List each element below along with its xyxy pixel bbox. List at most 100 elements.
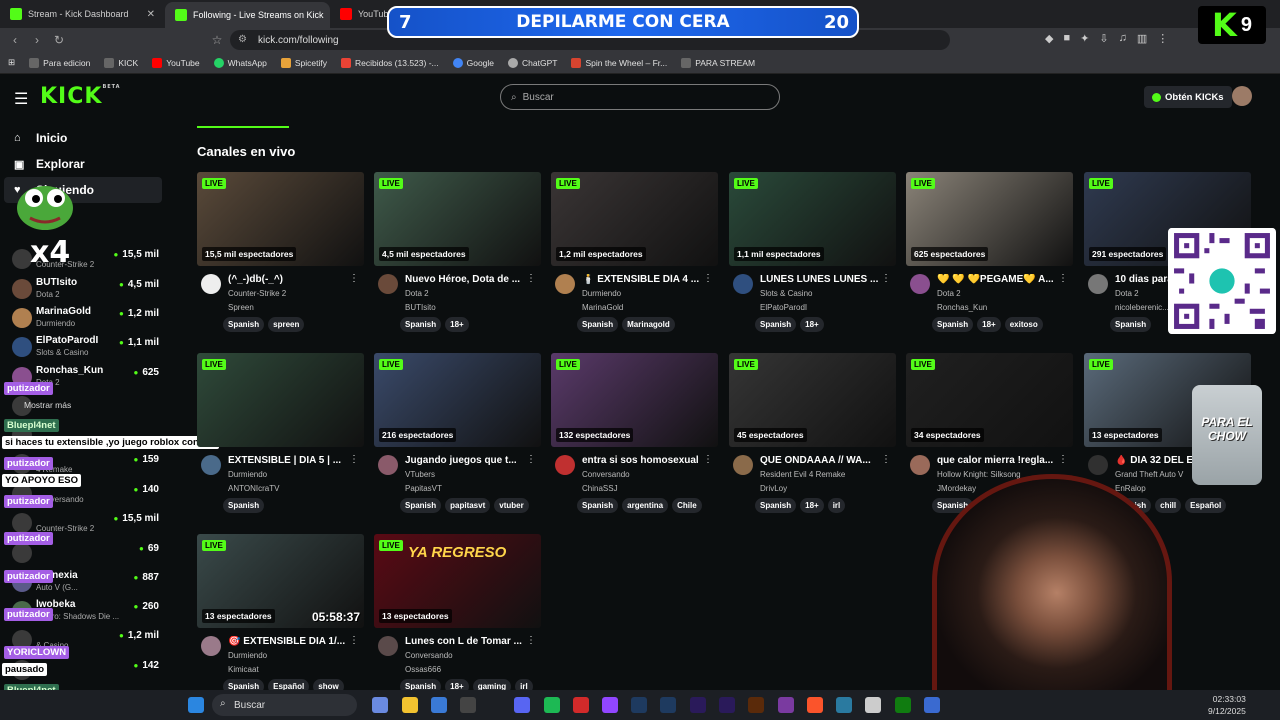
stream-card[interactable]: LIVE 1,1 mil espectadores LUNES LUNES LUNE…: [729, 172, 896, 347]
tag-chip[interactable]: 18+: [800, 317, 824, 332]
stream-category[interactable]: Dota 2: [1115, 289, 1139, 298]
tag-chip[interactable]: 18+: [800, 498, 824, 513]
streamer-name[interactable]: Spreen: [228, 303, 254, 312]
stream-category[interactable]: Durmiendo: [228, 651, 267, 660]
tag-chip[interactable]: Spanish: [577, 498, 619, 513]
tag-chip[interactable]: Spanish: [400, 317, 442, 332]
hamburger-menu-icon[interactable]: ☰: [14, 89, 28, 109]
followed-channel[interactable]: ElPatoParodI Slots & Casino 1,1 mil: [8, 333, 163, 361]
more-options-icon[interactable]: ⋮: [703, 454, 713, 465]
site-info-icon[interactable]: ⚙: [238, 34, 247, 45]
xbox-icon[interactable]: [895, 697, 911, 713]
stream-category[interactable]: Grand Theft Auto V: [1115, 470, 1183, 479]
more-options-icon[interactable]: ⋮: [349, 273, 359, 284]
more-options-icon[interactable]: ⋮: [526, 635, 536, 646]
bookmark-gmail[interactable]: Recibidos (13.523) -...: [340, 57, 439, 68]
tag-chip[interactable]: Spanish: [223, 498, 265, 513]
twitch-icon[interactable]: [602, 697, 618, 713]
onenote-icon[interactable]: [778, 697, 794, 713]
premiere-icon[interactable]: [690, 697, 706, 713]
streamer-avatar[interactable]: [733, 274, 753, 294]
stream-thumbnail[interactable]: LIVE 625 espectadores: [906, 172, 1073, 266]
streamer-avatar[interactable]: [733, 455, 753, 475]
stream-title[interactable]: 🕯️ EXTENSIBLE DÍA 4 ...: [582, 274, 702, 285]
store-icon[interactable]: [431, 697, 447, 713]
stream-thumbnail[interactable]: LIVE 15,5 mil espectadores: [197, 172, 364, 266]
stream-category[interactable]: Dota 2: [937, 289, 961, 298]
tag-chip[interactable]: Marinagold: [622, 317, 675, 332]
more-options-icon[interactable]: ⋮: [881, 454, 891, 465]
search-input[interactable]: ⌕ Buscar: [500, 84, 780, 110]
stream-category[interactable]: Counter-Strike 2: [228, 289, 286, 298]
file-explorer-icon[interactable]: [402, 697, 418, 713]
more-options-icon[interactable]: ⋮: [349, 454, 359, 465]
calculator-icon[interactable]: [460, 697, 476, 713]
stream-category[interactable]: Durmiendo: [582, 289, 621, 298]
stream-category[interactable]: Resident Evil 4 Remake: [760, 470, 845, 479]
more-options-icon[interactable]: ⋮: [703, 273, 713, 284]
close-tab-icon[interactable]: ✕: [147, 9, 155, 20]
tag-chip[interactable]: Spanish: [755, 317, 797, 332]
more-options-icon[interactable]: ⋮: [526, 273, 536, 284]
stream-category[interactable]: Dota 2: [405, 289, 429, 298]
more-options-icon[interactable]: ⋮: [881, 273, 891, 284]
tag-chip[interactable]: Spanish: [932, 317, 974, 332]
stream-title[interactable]: Jugando juegos que t...: [405, 455, 525, 466]
streamer-avatar[interactable]: [378, 636, 398, 656]
stream-card[interactable]: LIVE 45 espectadores QUE ONDAAAA // WA... ⋮…: [729, 353, 896, 528]
notepad-icon[interactable]: [865, 697, 881, 713]
streamer-name[interactable]: PapitasVT: [405, 484, 442, 493]
stream-card[interactable]: LIVE 13 espectadores YA REGRESO Lunes con L…: [374, 534, 541, 709]
streamer-avatar[interactable]: [378, 455, 398, 475]
stream-title[interactable]: LUNES LUNES LUNES ...: [760, 274, 880, 285]
stream-thumbnail[interactable]: LIVE 1,1 mil espectadores: [729, 172, 896, 266]
stream-card[interactable]: LIVE 13 espectadores 05:58:37 🎯 EXTENSIBLE …: [197, 534, 364, 709]
tag-chip[interactable]: Spanish: [577, 317, 619, 332]
taskbar-search[interactable]: ⌕ Buscar: [212, 694, 357, 716]
music-icon[interactable]: ♫: [1119, 32, 1127, 45]
stream-card[interactable]: LIVE 132 espectadores entra si sos homosex…: [551, 353, 718, 528]
streamer-name[interactable]: Kimicaat: [228, 665, 259, 674]
tag-chip[interactable]: 18+: [445, 317, 469, 332]
streamer-avatar[interactable]: [1088, 274, 1108, 294]
tag-chip[interactable]: Spanish: [1110, 317, 1152, 332]
brave-icon[interactable]: [807, 697, 823, 713]
stream-title[interactable]: Lunes con L de Tomar ...: [405, 636, 525, 647]
get-kicks-button[interactable]: Obtén KICKs: [1144, 86, 1232, 108]
streamer-avatar[interactable]: [201, 274, 221, 294]
bookmark-whatsapp[interactable]: WhatsApp: [213, 57, 267, 68]
streamer-name[interactable]: EnRalop: [1115, 484, 1146, 493]
streamer-name[interactable]: nicoleberenic...: [1115, 303, 1169, 312]
streamer-avatar[interactable]: [1088, 455, 1108, 475]
stream-category[interactable]: Conversando: [405, 651, 453, 660]
stream-thumbnail[interactable]: LIVE 132 espectadores: [551, 353, 718, 447]
stream-thumbnail[interactable]: LIVE 1,2 mil espectadores: [551, 172, 718, 266]
streamer-avatar[interactable]: [378, 274, 398, 294]
more-options-icon[interactable]: ⋮: [349, 635, 359, 646]
media-encoder-icon[interactable]: [719, 697, 735, 713]
stream-thumbnail[interactable]: LIVE: [197, 353, 364, 447]
streamer-avatar[interactable]: [201, 455, 221, 475]
tag-chip[interactable]: exitoso: [1004, 317, 1043, 332]
illustrator-icon[interactable]: [748, 697, 764, 713]
streamer-name[interactable]: Ossas666: [405, 665, 441, 674]
sidebar-item-explorar[interactable]: ▣ Explorar: [0, 151, 172, 177]
tag-chip[interactable]: chill: [1155, 498, 1182, 513]
spotify-icon[interactable]: [544, 697, 560, 713]
stream-thumbnail[interactable]: LIVE 45 espectadores: [729, 353, 896, 447]
tag-chip[interactable]: vtuber: [494, 498, 529, 513]
stream-card[interactable]: LIVE 1,2 mil espectadores 🕯️ EXTENSIBLE DÍ…: [551, 172, 718, 347]
stream-thumbnail[interactable]: LIVE 13 espectadores 05:58:37: [197, 534, 364, 628]
photoshop-icon[interactable]: [631, 697, 647, 713]
bookmark-chatgpt[interactable]: ChatGPT: [508, 57, 557, 68]
stream-card[interactable]: LIVE 15,5 mil espectadores (^_-)db(-_^) ⋮ Co…: [197, 172, 364, 347]
more-options-icon[interactable]: ⋮: [526, 454, 536, 465]
task-view-icon[interactable]: [372, 697, 388, 713]
app-icon[interactable]: [836, 697, 852, 713]
stream-thumbnail[interactable]: LIVE 34 espectadores: [906, 353, 1073, 447]
opera-icon[interactable]: [573, 697, 589, 713]
apps-icon[interactable]: ⊞: [8, 57, 15, 68]
bookmark-youtube[interactable]: YouTube: [152, 57, 200, 68]
streamer-name[interactable]: JMordekay: [937, 484, 976, 493]
forward-icon[interactable]: ›: [26, 33, 48, 47]
